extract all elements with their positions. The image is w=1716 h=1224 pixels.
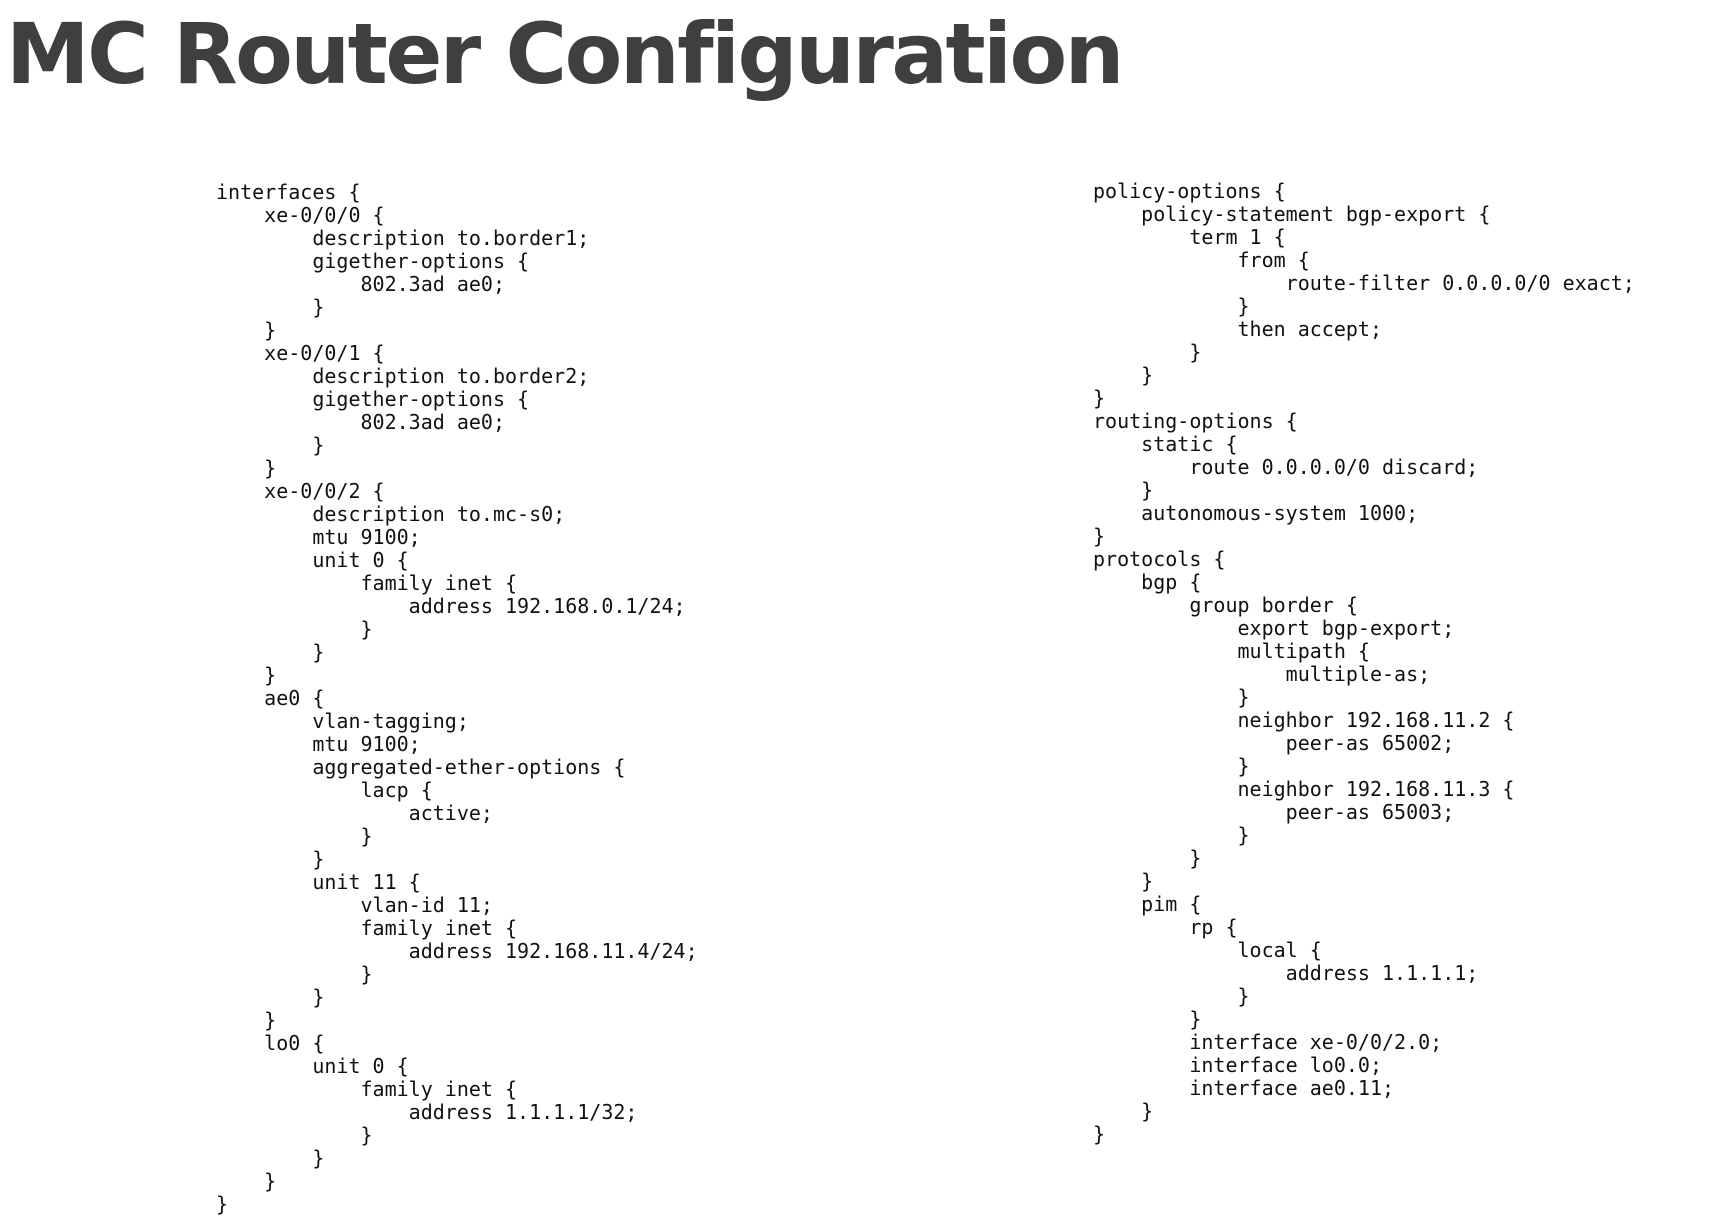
routing-config-line: address 1.1.1.1; bbox=[1093, 961, 1479, 985]
routing-config-line: rp { bbox=[1093, 915, 1238, 939]
interfaces-config-line: gigether-options { bbox=[216, 249, 530, 273]
interfaces-config-line: vlan-tagging; bbox=[216, 709, 469, 733]
routing-config-line: export bgp-export; bbox=[1093, 616, 1455, 640]
routing-config-line: } bbox=[1093, 984, 1250, 1008]
interfaces-config-line: description to.border2; bbox=[216, 364, 590, 388]
routing-config-line: neighbor 192.168.11.3 { bbox=[1093, 777, 1515, 801]
routing-config-line: policy-options { bbox=[1093, 179, 1286, 203]
interfaces-config-line: } bbox=[216, 985, 325, 1009]
routing-config-block: policy-options { policy-statement bgp-ex… bbox=[1093, 180, 1635, 1146]
routing-config-line: peer-as 65002; bbox=[1093, 731, 1455, 755]
interfaces-config-line: family inet { bbox=[216, 571, 518, 595]
routing-config-line: local { bbox=[1093, 938, 1322, 962]
interfaces-config-line: aggregated-ether-options { bbox=[216, 755, 626, 779]
routing-config-line: } bbox=[1093, 1099, 1154, 1123]
interfaces-config-line: } bbox=[216, 1123, 373, 1147]
routing-config-line: } bbox=[1093, 1122, 1106, 1146]
interfaces-config-line: family inet { bbox=[216, 916, 518, 940]
interfaces-config-line: ae0 { bbox=[216, 686, 325, 710]
routing-config-line: policy-statement bgp-export { bbox=[1093, 202, 1491, 226]
routing-config-line: route 0.0.0.0/0 discard; bbox=[1093, 455, 1479, 479]
interfaces-config-line: 802.3ad ae0; bbox=[216, 410, 505, 434]
routing-config-line: interface xe-0/0/2.0; bbox=[1093, 1030, 1443, 1054]
interfaces-config-line: lacp { bbox=[216, 778, 433, 802]
interfaces-config-line: unit 0 { bbox=[216, 1054, 409, 1078]
interfaces-config-line: unit 0 { bbox=[216, 548, 409, 572]
slide-title: MC Router Configuration bbox=[6, 5, 1124, 103]
routing-config-line: interface ae0.11; bbox=[1093, 1076, 1395, 1100]
routing-config-line: } bbox=[1093, 340, 1202, 364]
interfaces-config-line: active; bbox=[216, 801, 493, 825]
routing-config-line: routing-options { bbox=[1093, 409, 1298, 433]
routing-config-line: then accept; bbox=[1093, 317, 1382, 341]
interfaces-config-line: xe-0/0/1 { bbox=[216, 341, 385, 365]
interfaces-config-line: } bbox=[216, 640, 325, 664]
routing-config-line: multiple-as; bbox=[1093, 662, 1431, 686]
interfaces-config-line: lo0 { bbox=[216, 1031, 325, 1055]
routing-config-line: } bbox=[1093, 846, 1202, 870]
interfaces-config-line: } bbox=[216, 824, 373, 848]
interfaces-config-line: } bbox=[216, 1146, 325, 1170]
interfaces-config-line: } bbox=[216, 1008, 277, 1032]
routing-config-line: } bbox=[1093, 478, 1154, 502]
interfaces-config-line: } bbox=[216, 295, 325, 319]
interfaces-config-line: 802.3ad ae0; bbox=[216, 272, 505, 296]
routing-config-line: group border { bbox=[1093, 593, 1358, 617]
interfaces-config-line: interfaces { bbox=[216, 180, 361, 204]
interfaces-config-line: } bbox=[216, 1169, 277, 1193]
routing-config-line: neighbor 192.168.11.2 { bbox=[1093, 708, 1515, 732]
routing-config-line: bgp { bbox=[1093, 570, 1202, 594]
interfaces-config-line: mtu 9100; bbox=[216, 732, 421, 756]
routing-config-line: pim { bbox=[1093, 892, 1202, 916]
routing-config-line: } bbox=[1093, 524, 1106, 548]
routing-config-line: } bbox=[1093, 363, 1154, 387]
routing-config-line: from { bbox=[1093, 248, 1310, 272]
routing-config-line: term 1 { bbox=[1093, 225, 1286, 249]
interfaces-config-line: } bbox=[216, 318, 277, 342]
interfaces-config-line: family inet { bbox=[216, 1077, 518, 1101]
interfaces-config-line: } bbox=[216, 433, 325, 457]
interfaces-config-line: } bbox=[216, 456, 277, 480]
interfaces-config-line: } bbox=[216, 617, 373, 641]
routing-config-line: static { bbox=[1093, 432, 1238, 456]
interfaces-config-line: } bbox=[216, 1192, 229, 1216]
interfaces-config-line: address 192.168.0.1/24; bbox=[216, 594, 686, 618]
interfaces-config-line: xe-0/0/2 { bbox=[216, 479, 385, 503]
routing-config-line: } bbox=[1093, 685, 1250, 709]
routing-config-line: } bbox=[1093, 823, 1250, 847]
interfaces-config-block: interfaces { xe-0/0/0 { description to.b… bbox=[216, 181, 698, 1216]
interfaces-config-line: } bbox=[216, 663, 277, 687]
interfaces-config-line: description to.border1; bbox=[216, 226, 590, 250]
routing-config-line: } bbox=[1093, 869, 1154, 893]
routing-config-line: } bbox=[1093, 386, 1106, 410]
interfaces-config-line: unit 11 { bbox=[216, 870, 421, 894]
interfaces-config-line: mtu 9100; bbox=[216, 525, 421, 549]
interfaces-config-line: address 1.1.1.1/32; bbox=[216, 1100, 638, 1124]
routing-config-line: multipath { bbox=[1093, 639, 1370, 663]
interfaces-config-line: gigether-options { bbox=[216, 387, 530, 411]
routing-config-line: interface lo0.0; bbox=[1093, 1053, 1382, 1077]
interfaces-config-line: xe-0/0/0 { bbox=[216, 203, 385, 227]
interfaces-config-line: } bbox=[216, 847, 325, 871]
interfaces-config-line: description to.mc-s0; bbox=[216, 502, 566, 526]
routing-config-line: } bbox=[1093, 754, 1250, 778]
interfaces-config-line: address 192.168.11.4/24; bbox=[216, 939, 698, 963]
interfaces-config-line: vlan-id 11; bbox=[216, 893, 493, 917]
interfaces-config-line: } bbox=[216, 962, 373, 986]
routing-config-line: autonomous-system 1000; bbox=[1093, 501, 1419, 525]
routing-config-line: } bbox=[1093, 294, 1250, 318]
routing-config-line: } bbox=[1093, 1007, 1202, 1031]
routing-config-line: protocols { bbox=[1093, 547, 1226, 571]
routing-config-line: peer-as 65003; bbox=[1093, 800, 1455, 824]
routing-config-line: route-filter 0.0.0.0/0 exact; bbox=[1093, 271, 1635, 295]
